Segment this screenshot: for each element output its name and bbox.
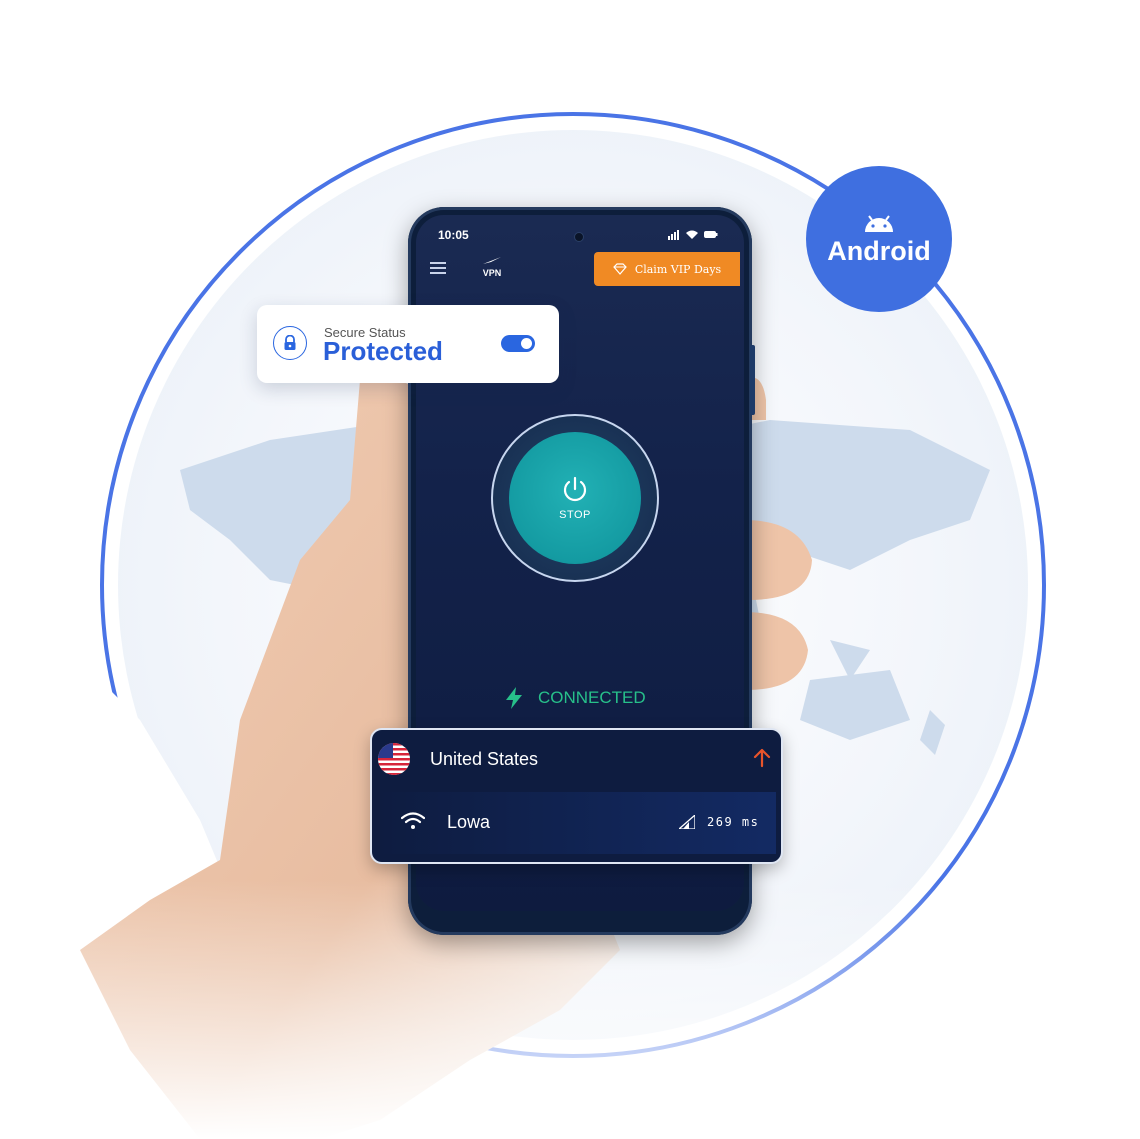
power-icon: [563, 476, 587, 502]
stop-label: STOP: [559, 509, 591, 521]
claim-vip-button[interactable]: Claim VIP Days: [594, 252, 740, 286]
status-time: 10:05: [438, 228, 469, 242]
android-badge: Android: [806, 166, 952, 312]
vpn-logo: VPN: [478, 256, 506, 278]
front-camera: [574, 232, 584, 242]
wifi-icon: [400, 811, 426, 836]
diamond-icon: [612, 263, 627, 275]
signal-icon: [668, 230, 679, 240]
arrow-up-icon[interactable]: [753, 748, 771, 773]
signal-strength-icon: [677, 813, 696, 834]
logo-swoosh-icon: [483, 257, 501, 264]
lock-icon: [273, 326, 307, 360]
city-name: Lowa: [447, 812, 491, 832]
country-name: United States: [430, 749, 539, 769]
battery-icon: [704, 231, 718, 238]
lightning-icon: [506, 687, 522, 709]
protected-status: Protected: [323, 336, 443, 366]
us-flag-icon: [378, 743, 410, 775]
phone-side-button: [750, 345, 755, 415]
status-icons: [668, 228, 718, 243]
android-label: Android: [827, 235, 931, 266]
stop-button[interactable]: STOP: [509, 432, 641, 564]
wifi-icon: [686, 230, 698, 239]
android-icon: [865, 214, 893, 232]
connection-status-text: CONNECTED: [538, 688, 646, 707]
vip-label: Claim VIP Days: [634, 262, 722, 276]
hamburger-icon[interactable]: [430, 262, 446, 277]
protection-toggle[interactable]: [501, 335, 535, 352]
ping-value: 269 ms: [707, 815, 760, 829]
connection-status: CONNECTED: [504, 687, 646, 709]
